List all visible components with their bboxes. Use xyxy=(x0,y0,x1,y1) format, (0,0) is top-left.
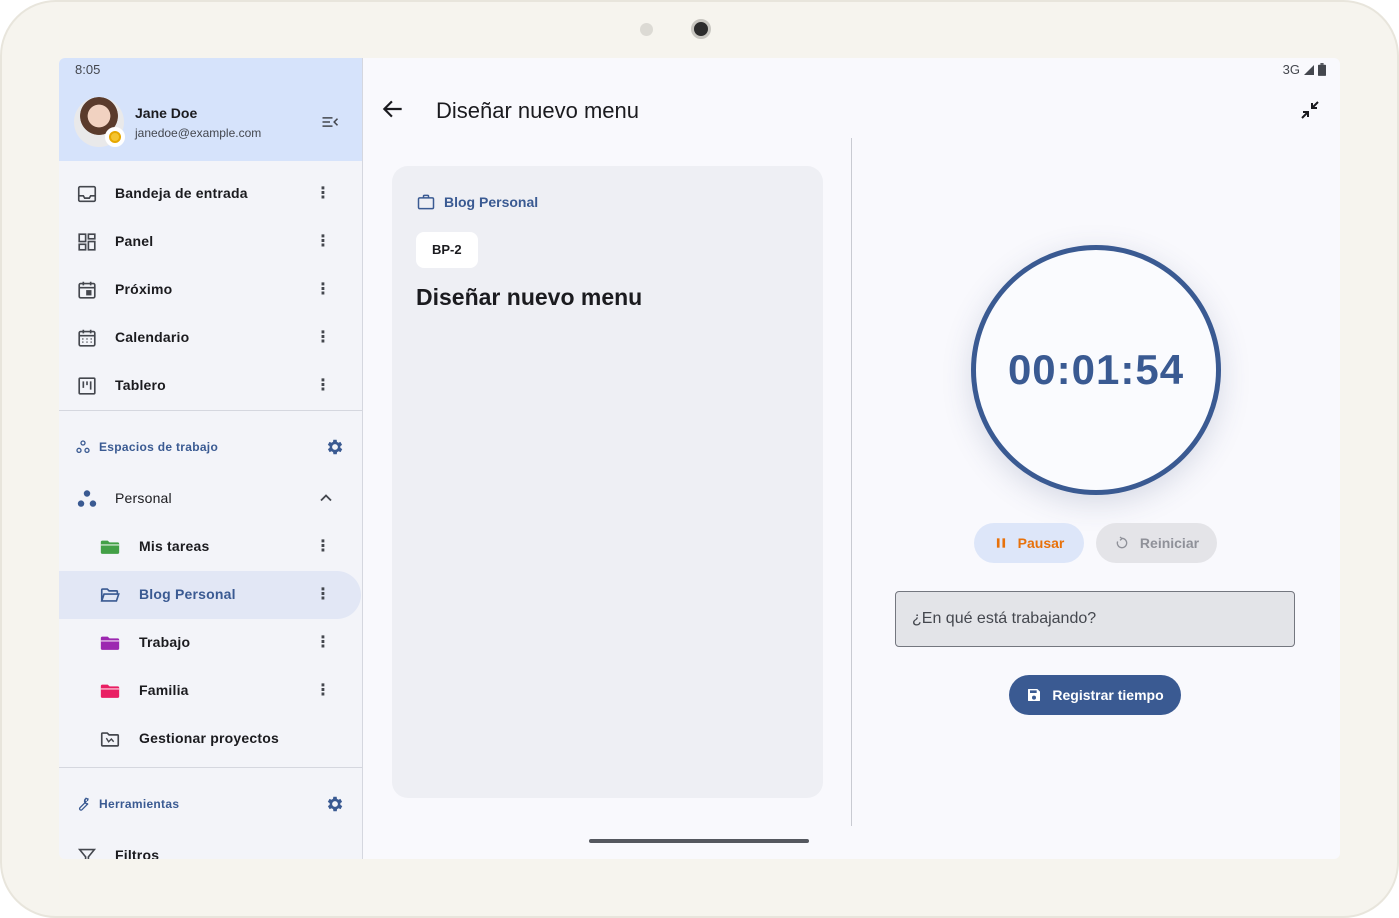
status-time: 8:05 xyxy=(75,62,101,77)
timer-display: 00:01:54 xyxy=(1007,346,1185,393)
workspace-personal[interactable]: Personal xyxy=(59,475,362,523)
more-vert-icon[interactable]: ⋮ xyxy=(312,374,334,398)
pause-button[interactable]: Pausar xyxy=(974,523,1084,563)
more-vert-icon[interactable]: ⋮ xyxy=(312,679,334,703)
more-vert-icon[interactable]: ⋮ xyxy=(312,535,334,559)
signal-icon xyxy=(1303,64,1315,76)
workspace-label: Personal xyxy=(115,490,172,506)
nav-item-label: Calendario xyxy=(115,329,190,345)
collapse-menu-icon[interactable] xyxy=(319,112,341,132)
project-familia[interactable]: Familia ⋮ xyxy=(59,667,362,715)
back-arrow-icon[interactable] xyxy=(380,96,406,122)
main-content: 3G Diseñar nuevo menu Blog Personal BP-2… xyxy=(364,58,1340,859)
sensor-dot xyxy=(640,23,653,36)
more-vert-icon[interactable]: ⋮ xyxy=(312,230,334,254)
more-vert-icon[interactable]: ⋮ xyxy=(312,182,334,206)
restart-icon xyxy=(1114,535,1130,551)
nav-item-label: Panel xyxy=(115,233,154,249)
briefcase-icon xyxy=(416,192,436,212)
manage-projects[interactable]: Gestionar proyectos xyxy=(59,715,362,763)
more-vert-icon[interactable]: ⋮ xyxy=(312,631,334,655)
nav-item-board[interactable]: Tablero ⋮ xyxy=(59,362,362,410)
user-name: Jane Doe xyxy=(135,105,198,121)
wrench-icon xyxy=(75,796,91,812)
folder-manage-icon xyxy=(99,728,121,750)
folder-icon xyxy=(99,536,121,558)
project-label: Trabajo xyxy=(139,634,191,650)
user-email: janedoe@example.com xyxy=(135,126,262,140)
vertical-divider xyxy=(851,138,852,826)
task-title: Diseñar nuevo menu xyxy=(416,284,643,310)
nav-item-calendar[interactable]: Calendario ⋮ xyxy=(59,314,362,362)
project-label: Mis tareas xyxy=(139,538,210,554)
tools-section-header: Herramientas xyxy=(59,784,362,824)
settings-gear-icon[interactable] xyxy=(325,437,345,457)
more-vert-icon[interactable]: ⋮ xyxy=(312,326,334,350)
project-mis-tareas[interactable]: Mis tareas ⋮ xyxy=(59,523,362,571)
log-time-button[interactable]: Registrar tiempo xyxy=(1009,675,1181,715)
more-vert-icon[interactable]: ⋮ xyxy=(312,583,334,607)
nav-item-label: Tablero xyxy=(115,377,166,393)
network-status: 3G xyxy=(1283,62,1326,77)
project-blog-personal[interactable]: Blog Personal ⋮ xyxy=(59,571,361,619)
project-trabajo[interactable]: Trabajo ⋮ xyxy=(59,619,362,667)
drawer-header: 8:05 Jane Doe janedoe@example.com xyxy=(59,58,362,161)
task-card: Blog Personal BP-2 Diseñar nuevo menu xyxy=(392,166,823,798)
battery-icon xyxy=(1318,63,1326,76)
front-camera xyxy=(691,19,711,39)
project-label: Blog Personal xyxy=(139,586,236,602)
work-description-input[interactable] xyxy=(895,591,1295,647)
nav-item-panel[interactable]: Panel ⋮ xyxy=(59,218,362,266)
workspaces-icon xyxy=(75,439,91,455)
workspace-dots-icon xyxy=(76,488,98,510)
badge-icon xyxy=(105,127,125,147)
inbox-icon xyxy=(76,183,98,205)
chevron-up-icon[interactable] xyxy=(316,488,336,508)
folder-icon xyxy=(99,632,121,654)
board-icon xyxy=(76,375,98,397)
navigation-drawer: 8:05 Jane Doe janedoe@example.com Bandej… xyxy=(59,58,363,859)
save-icon xyxy=(1026,687,1042,703)
avatar[interactable] xyxy=(74,97,125,147)
dashboard-icon xyxy=(76,231,98,253)
divider xyxy=(59,410,362,411)
section-label: Espacios de trabajo xyxy=(99,440,219,454)
page-title: Diseñar nuevo menu xyxy=(436,98,640,123)
screen: 8:05 Jane Doe janedoe@example.com Bandej… xyxy=(59,58,1340,859)
task-id-chip: BP-2 xyxy=(416,232,478,268)
folder-open-icon xyxy=(99,584,121,606)
home-indicator[interactable] xyxy=(589,839,809,843)
nav-item-label: Próximo xyxy=(115,281,173,297)
reset-button[interactable]: Reiniciar xyxy=(1096,523,1217,563)
project-label: Familia xyxy=(139,682,189,698)
nav-item-upcoming[interactable]: Próximo ⋮ xyxy=(59,266,362,314)
reset-label: Reiniciar xyxy=(1139,535,1200,551)
folder-icon xyxy=(99,680,121,702)
minimize-icon[interactable] xyxy=(1298,98,1322,122)
filter-icon xyxy=(76,845,98,859)
log-time-label: Registrar tiempo xyxy=(1052,687,1164,703)
manage-projects-label: Gestionar proyectos xyxy=(139,730,279,746)
more-vert-icon[interactable]: ⋮ xyxy=(312,278,334,302)
settings-gear-icon[interactable] xyxy=(325,794,345,814)
nav-item-filters[interactable]: Filtros xyxy=(59,832,362,859)
card-project-label: Blog Personal xyxy=(444,194,539,210)
calendar-today-icon xyxy=(76,279,98,301)
calendar-month-icon xyxy=(76,327,98,349)
nav-item-label: Bandeja de entrada xyxy=(115,185,248,201)
section-label: Herramientas xyxy=(99,797,180,811)
network-type: 3G xyxy=(1282,62,1300,77)
pause-label: Pausar xyxy=(1017,535,1065,551)
workspaces-section-header: Espacios de trabajo xyxy=(59,427,362,467)
nav-item-label: Filtros xyxy=(115,847,160,859)
pause-icon xyxy=(994,536,1008,550)
divider xyxy=(59,767,362,768)
card-project[interactable]: Blog Personal xyxy=(416,192,538,212)
nav-item-inbox[interactable]: Bandeja de entrada ⋮ xyxy=(59,170,362,218)
